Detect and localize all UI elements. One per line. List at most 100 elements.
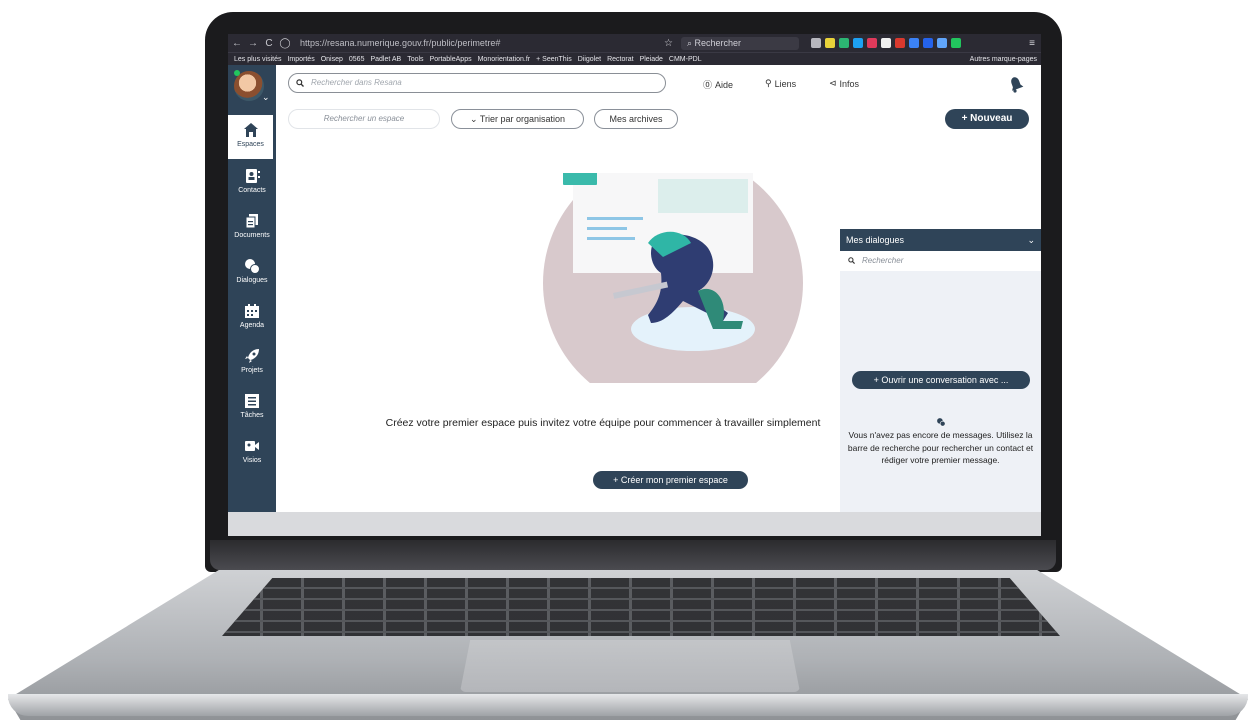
dialogs-title: Mes dialogues	[846, 235, 905, 245]
reload-icon[interactable]: C	[262, 38, 276, 49]
open-conversation-button[interactable]: + Ouvrir une conversation avec ...	[852, 371, 1030, 389]
global-search-placeholder: Rechercher dans Resana	[311, 78, 402, 87]
twitter-icon[interactable]	[852, 38, 863, 48]
sort-label: Trier par organisation	[479, 114, 566, 124]
shield-icon[interactable]: ◯	[278, 38, 292, 49]
sort-dropdown[interactable]: ⌄ Trier par organisation	[451, 109, 584, 129]
sidebar-item-label: Espaces	[237, 141, 264, 148]
create-first-space-button[interactable]: + Créer mon premier espace	[593, 471, 748, 489]
documents-icon	[245, 214, 258, 229]
bookmarks-more[interactable]: Autres marque-pages	[970, 56, 1037, 63]
illustration-line	[587, 217, 643, 220]
contacts-icon	[246, 169, 260, 183]
bookmark-item[interactable]: Onisep	[321, 56, 343, 63]
infos-link[interactable]: ⊲ Infos	[829, 78, 859, 89]
browser-toolbar: ← → C ◯ https://resana.numerique.gouv.fr…	[228, 34, 1041, 52]
spaces-toolbar: Rechercher un espace ⌄ Trier par organis…	[276, 103, 1041, 133]
search-icon	[296, 79, 304, 87]
sidebar-item-dialogues[interactable]: Dialogues	[228, 251, 276, 295]
sidebar-item-taches[interactable]: Tâches	[228, 386, 276, 430]
infos-label: Infos	[839, 78, 860, 89]
search-icon	[848, 257, 855, 264]
sidebar-item-agenda[interactable]: Agenda	[228, 296, 276, 340]
links-link[interactable]: ⚲ Liens	[765, 78, 796, 89]
bookmark-item[interactable]: 0565	[349, 56, 365, 63]
archives-label: Mes archives	[609, 114, 663, 124]
chevron-down-icon[interactable]: ⌄	[1027, 229, 1035, 251]
sidebar-item-contacts[interactable]: Contacts	[228, 161, 276, 205]
archives-button[interactable]: Mes archives	[594, 109, 678, 129]
bookmark-item[interactable]: Rectorat	[607, 56, 633, 63]
space-search-input[interactable]: Rechercher un espace	[288, 109, 440, 129]
bookmark-item[interactable]: Padlet AB	[370, 56, 401, 63]
dialogs-header[interactable]: Mes dialogues ⌄	[840, 229, 1041, 251]
bookmark-star-icon[interactable]: ☆	[664, 38, 673, 49]
new-badge-icon[interactable]	[894, 38, 905, 48]
address-bar[interactable]: https://resana.numerique.gouv.fr/public/…	[300, 38, 600, 48]
dialogs-panel: Mes dialogues ⌄ Rechercher + Ouvrir une …	[840, 229, 1041, 512]
hamburger-menu-icon[interactable]: ≡	[1029, 38, 1035, 49]
sidebar-item-label: Agenda	[239, 322, 265, 329]
bookmark-item[interactable]: Importés	[287, 56, 314, 63]
sidebar-item-visios[interactable]: Visios	[228, 431, 276, 475]
bookmark-item[interactable]: Tools	[407, 56, 423, 63]
bookmark-item[interactable]: CMM-PDL	[669, 56, 702, 63]
screen-chin	[228, 512, 1041, 536]
bookmark-item[interactable]: PortableApps	[430, 56, 472, 63]
dialogs-search-input[interactable]: Rechercher	[840, 251, 1041, 271]
arrow-icon[interactable]	[950, 38, 961, 48]
illustration-panel	[658, 179, 748, 213]
download-icon[interactable]	[824, 38, 835, 48]
sidebar-item-label: Tâches	[240, 412, 264, 419]
laptop-base-edge	[8, 694, 1248, 716]
bell-icon[interactable]	[1006, 74, 1026, 94]
online-status-dot	[234, 70, 240, 76]
sidebar-item-espaces[interactable]: Espaces	[228, 115, 276, 159]
extension-icons	[810, 38, 961, 48]
illustration-line	[587, 237, 635, 240]
user-menu[interactable]: ⌄	[232, 68, 272, 108]
calendar-icon	[245, 304, 259, 318]
chat-bubbles-icon	[245, 259, 260, 274]
video-camera-icon	[245, 441, 259, 451]
puzzle-icon[interactable]	[936, 38, 947, 48]
bookmark-item[interactable]: + SeenThis	[536, 56, 572, 63]
laptop-hinge	[210, 540, 1056, 570]
illustration-dots	[563, 173, 597, 185]
info-icon[interactable]	[922, 38, 933, 48]
link-icon: ⚲	[765, 78, 772, 88]
help-label: Aide	[715, 79, 734, 90]
sidebar-item-documents[interactable]: Documents	[228, 206, 276, 250]
bookmark-item[interactable]: Pleiade	[640, 56, 663, 63]
back-icon[interactable]: ←	[230, 38, 244, 49]
extension-icon[interactable]	[838, 38, 849, 48]
chevron-down-icon[interactable]: ⌄	[262, 92, 270, 103]
no-messages-text: Vous n'avez pas encore de messages. Util…	[847, 430, 1034, 465]
browser-search-box[interactable]: ⌕ Rechercher	[680, 36, 799, 50]
bookmark-item[interactable]: Les plus visités	[234, 56, 281, 63]
sidebar-item-label: Contacts	[238, 187, 266, 194]
new-label: + Nouveau	[961, 113, 1013, 124]
sidebar: ⌄ Espaces Contacts Documents Dialogues A…	[228, 65, 276, 512]
laptop-keyboard-rows	[222, 578, 1060, 636]
topbar: Rechercher dans Resana ⓪ Aide ⚲ Liens ⊲ Inf…	[276, 65, 1041, 103]
laptop-trackpad	[460, 640, 800, 692]
global-search-input[interactable]: Rechercher dans Resana	[288, 73, 666, 93]
megaphone-icon: ⊲	[829, 78, 837, 88]
translate-icon[interactable]	[908, 38, 919, 48]
note-icon[interactable]	[880, 38, 891, 48]
browser-search-placeholder: Rechercher	[694, 37, 742, 48]
home-icon	[243, 123, 258, 137]
empty-state-text: Créez votre premier espace puis invitez …	[385, 417, 821, 429]
pocket-icon[interactable]	[810, 38, 821, 48]
bookmark-item[interactable]: Diigolet	[578, 56, 601, 63]
sidebar-item-label: Projets	[241, 367, 263, 374]
space-search-placeholder: Rechercher un espace	[323, 114, 405, 123]
checklist-icon	[245, 394, 259, 408]
bookmark-item[interactable]: Monorientation.fr	[478, 56, 531, 63]
help-link[interactable]: ⓪ Aide	[703, 78, 733, 91]
forward-icon[interactable]: →	[246, 38, 260, 49]
new-space-button[interactable]: + Nouveau	[945, 109, 1029, 129]
ublock-icon[interactable]	[866, 38, 877, 48]
sidebar-item-projets[interactable]: Projets	[228, 341, 276, 385]
